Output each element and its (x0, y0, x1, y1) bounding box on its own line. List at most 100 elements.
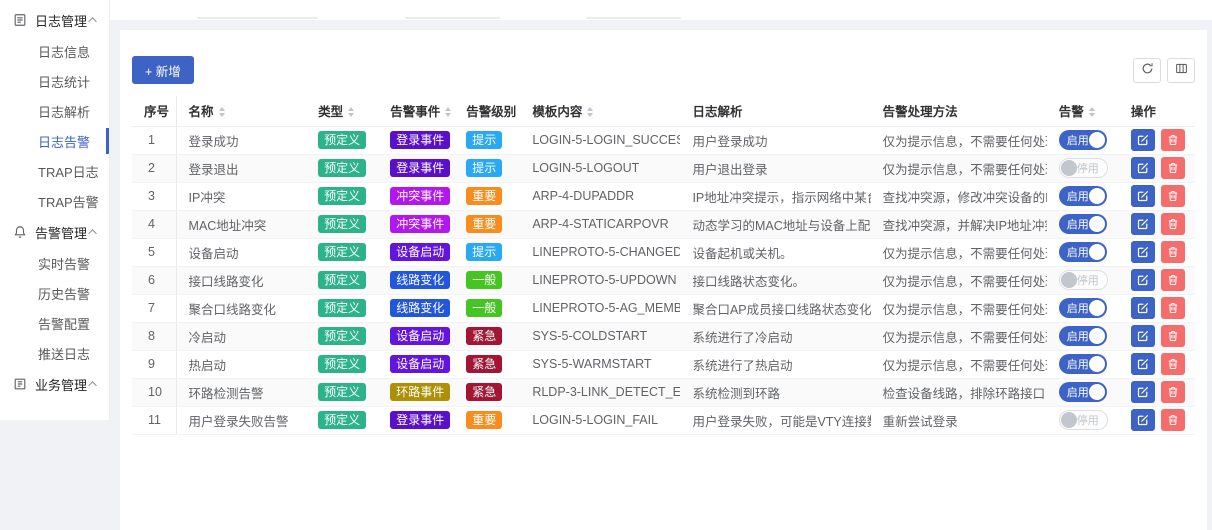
delete-button[interactable] (1161, 269, 1185, 291)
sort-icon[interactable] (1089, 107, 1095, 117)
filter-input-underline[interactable] (405, 17, 500, 19)
level-badge: 紧急 (466, 327, 502, 345)
cell-name: 接口线路变化 (176, 266, 306, 294)
sidebar-item-日志告警[interactable]: 日志告警 (0, 126, 109, 156)
cell-level: 提示 (454, 238, 520, 266)
column-header-告警处理方法: 告警处理方法 (871, 96, 1047, 126)
delete-button[interactable] (1161, 297, 1185, 319)
cell-type: 预定义 (306, 210, 378, 238)
edit-button[interactable] (1131, 353, 1155, 375)
delete-button[interactable] (1161, 353, 1185, 375)
sort-icon[interactable] (348, 107, 354, 117)
cell-alert-toggle: 停用 (1047, 154, 1119, 182)
delete-button[interactable] (1161, 381, 1185, 403)
event-badge: 线路变化 (390, 271, 450, 289)
cell-actions (1119, 378, 1195, 406)
toggle-knob (1089, 216, 1105, 232)
delete-button[interactable] (1161, 325, 1185, 347)
cell-name: MAC地址冲突 (176, 210, 306, 238)
delete-button[interactable] (1161, 213, 1185, 235)
sidebar-item-日志解析[interactable]: 日志解析 (0, 96, 109, 126)
alert-enabled-toggle[interactable]: 启用 (1059, 326, 1107, 346)
toggle-knob (1089, 384, 1105, 400)
edit-button[interactable] (1131, 409, 1155, 431)
sidebar-group-label: 告警管理 (35, 223, 89, 242)
edit-button[interactable] (1131, 381, 1155, 403)
add-button[interactable]: + 新增 (132, 56, 194, 84)
sort-icon[interactable] (219, 107, 225, 117)
cell-handle-method: 仅为提示信息，不需要任何处理。 (871, 154, 1047, 182)
alert-enabled-toggle[interactable]: 启用 (1059, 354, 1107, 374)
toggle-label: 启用 (1067, 188, 1089, 204)
edit-button[interactable] (1131, 213, 1155, 235)
column-header-模板内容[interactable]: 模板内容 (520, 96, 680, 126)
edit-button[interactable] (1131, 241, 1155, 263)
cell-log-parse: 用户登录失败，可能是VTY连接数已满，VT... (680, 406, 870, 434)
sidebar-item-推送日志[interactable]: 推送日志 (0, 338, 109, 368)
cell-level: 重要 (454, 406, 520, 434)
toggle-knob (1089, 132, 1105, 148)
sidebar-group-header[interactable]: 业务管理 (0, 368, 109, 400)
sidebar-item-实时告警[interactable]: 实时告警 (0, 248, 109, 278)
sort-icon[interactable] (445, 107, 451, 117)
alert-enabled-toggle[interactable]: 停用 (1059, 270, 1108, 290)
edit-button[interactable] (1131, 297, 1155, 319)
cell-log-parse: IP地址冲突提示，指示网络中某台设备配置... (680, 182, 870, 210)
refresh-button[interactable] (1133, 58, 1161, 83)
sidebar-item-告警配置[interactable]: 告警配置 (0, 308, 109, 338)
sidebar-group-header[interactable]: 日志管理 (0, 4, 109, 36)
toggle-knob (1089, 328, 1105, 344)
column-header-告警[interactable]: 告警 (1047, 96, 1119, 126)
sidebar-item-日志统计[interactable]: 日志统计 (0, 66, 109, 96)
column-settings-button[interactable] (1167, 58, 1195, 83)
cell-name: 登录退出 (176, 154, 306, 182)
alert-enabled-toggle[interactable]: 启用 (1059, 214, 1107, 234)
type-badge: 预定义 (318, 187, 366, 205)
sort-desc-caret (445, 113, 451, 117)
alert-enabled-toggle[interactable]: 启用 (1059, 298, 1107, 318)
delete-button[interactable] (1161, 185, 1185, 207)
edit-button[interactable] (1131, 325, 1155, 347)
column-header-类型[interactable]: 类型 (306, 96, 378, 126)
sidebar-group-header[interactable]: 告警管理 (0, 216, 109, 248)
delete-button[interactable] (1161, 129, 1185, 151)
sidebar-item-历史告警[interactable]: 历史告警 (0, 278, 109, 308)
cell-level: 提示 (454, 126, 520, 154)
chevron-up-icon (88, 381, 96, 389)
edit-button[interactable] (1131, 129, 1155, 151)
sidebar-item-TRAP日志[interactable]: TRAP日志 (0, 156, 109, 186)
sort-icon[interactable] (587, 107, 593, 117)
level-badge: 一般 (466, 299, 502, 317)
cell-log-parse: 接口线路状态变化。 (680, 266, 870, 294)
alert-enabled-toggle[interactable]: 启用 (1059, 130, 1107, 150)
sidebar-item-日志信息[interactable]: 日志信息 (0, 36, 109, 66)
sort-desc-caret (587, 113, 593, 117)
cell-event: 登录事件 (378, 126, 454, 154)
alert-enabled-toggle[interactable]: 启用 (1059, 186, 1107, 206)
alert-enabled-toggle[interactable]: 停用 (1059, 158, 1108, 178)
column-header-名称[interactable]: 名称 (176, 96, 306, 126)
filter-input-underline[interactable] (586, 17, 681, 19)
cell-level: 一般 (454, 266, 520, 294)
sidebar-item-label: 日志解析 (38, 102, 90, 121)
delete-button[interactable] (1161, 157, 1185, 179)
toggle-knob (1061, 272, 1077, 288)
page-background-gap (110, 20, 1212, 30)
sort-asc-caret (587, 107, 593, 111)
edit-button[interactable] (1131, 185, 1155, 207)
filter-input-underline[interactable] (197, 17, 318, 19)
toggle-knob (1061, 160, 1077, 176)
column-header-告警事件[interactable]: 告警事件 (378, 96, 454, 126)
cell-event: 冲突事件 (378, 182, 454, 210)
alert-enabled-toggle[interactable]: 启用 (1059, 242, 1107, 262)
delete-button[interactable] (1161, 409, 1185, 431)
filter-bar (110, 0, 1212, 20)
cell-event: 冲突事件 (378, 210, 454, 238)
sidebar-item-TRAP告警[interactable]: TRAP告警 (0, 186, 109, 216)
column-header-告警级别[interactable]: 告警级别 (454, 96, 520, 126)
edit-button[interactable] (1131, 157, 1155, 179)
alert-enabled-toggle[interactable]: 启用 (1059, 382, 1107, 402)
cell-actions (1119, 322, 1195, 350)
delete-button[interactable] (1161, 241, 1185, 263)
edit-button[interactable] (1131, 269, 1155, 291)
